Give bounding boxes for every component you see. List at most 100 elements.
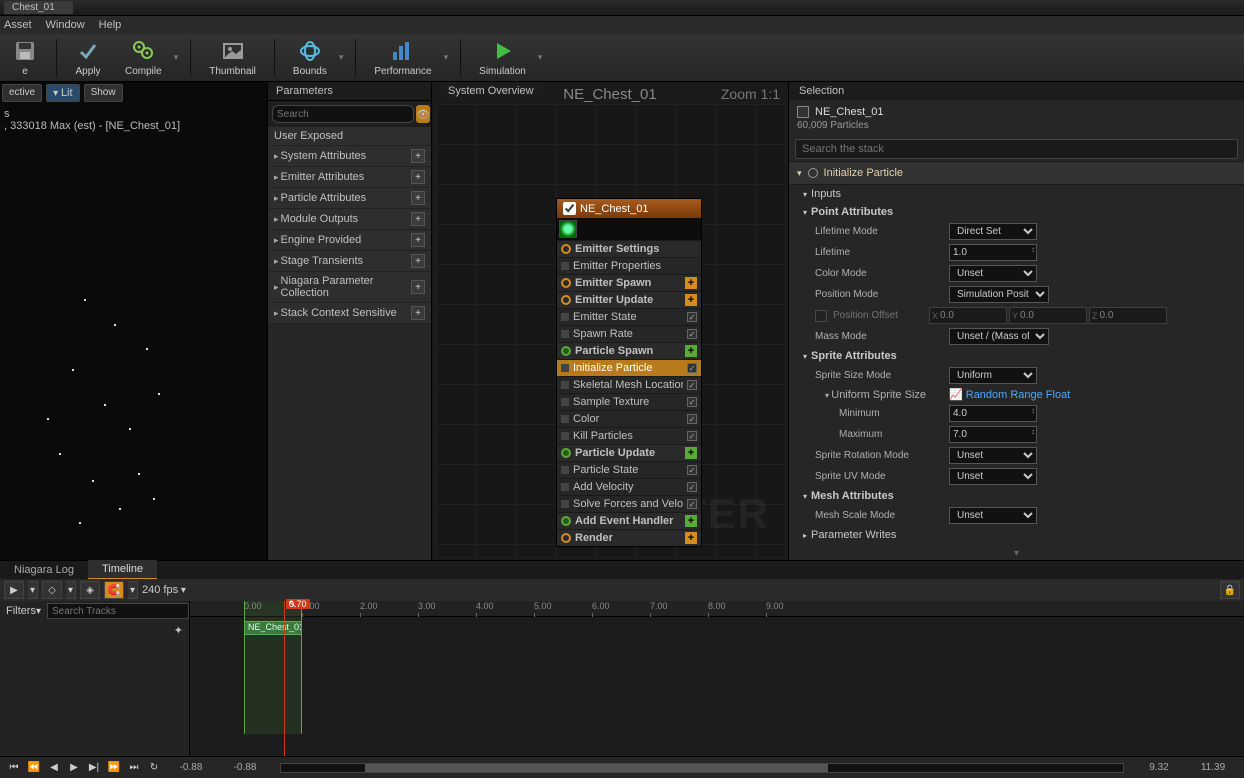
emitter-card[interactable]: NE_Chest_01 Emitter SettingsEmitter Prop…	[556, 198, 702, 547]
timeline-tab[interactable]: Timeline	[88, 560, 157, 579]
overview-tab[interactable]: System Overview	[438, 82, 544, 100]
emitter-module-row[interactable]: Initialize Particle✓	[557, 359, 701, 376]
emitter-module-row[interactable]: Skeletal Mesh Location✓	[557, 376, 701, 393]
menu-window[interactable]: Window	[46, 19, 85, 31]
add-icon[interactable]: +	[411, 212, 425, 226]
pos-y-input[interactable]	[1020, 310, 1084, 321]
simulation-caret[interactable]: ▾	[538, 52, 543, 63]
add-module-button[interactable]: +	[685, 515, 697, 527]
position-offset-checkbox[interactable]	[815, 310, 827, 322]
add-icon[interactable]: +	[411, 191, 425, 205]
apply-button[interactable]: Apply	[69, 36, 107, 79]
range-end[interactable]: 11.39	[1188, 762, 1238, 773]
save-button[interactable]: e	[6, 36, 44, 79]
viewport[interactable]: ective ▾ Lit Show s , 333018 Max (est) -…	[0, 82, 268, 560]
parameter-writes-group[interactable]: ▸Parameter Writes	[789, 526, 1244, 544]
emitter-module-row[interactable]: Render+	[557, 529, 701, 546]
random-range-link[interactable]: 📈Random Range Float	[949, 388, 1070, 401]
range-in[interactable]: -0.88	[220, 762, 270, 773]
pos-z-input[interactable]	[1100, 310, 1165, 321]
add-icon[interactable]: +	[411, 233, 425, 247]
key-button[interactable]: ◇	[42, 581, 62, 599]
next-frame-button[interactable]: ▶|	[86, 760, 102, 776]
module-checkbox[interactable]: ✓	[687, 482, 697, 492]
param-category[interactable]: ▸Niagara Parameter Collection+	[268, 272, 431, 303]
lifetime-input[interactable]	[949, 244, 1037, 261]
simulation-button[interactable]: Simulation	[473, 36, 532, 79]
emitter-module-row[interactable]: Particle Spawn+	[557, 342, 701, 359]
param-category[interactable]: ▸Stage Transients+	[268, 251, 431, 272]
parameters-search[interactable]	[272, 105, 414, 123]
pos-x-input[interactable]	[940, 310, 1004, 321]
emitter-enabled-checkbox[interactable]	[563, 202, 576, 215]
emitter-module-row[interactable]: Add Event Handler+	[557, 512, 701, 529]
module-checkbox[interactable]: ✓	[687, 431, 697, 441]
performance-caret[interactable]: ▾	[444, 52, 449, 63]
add-module-button[interactable]: +	[685, 294, 697, 306]
curve-button[interactable]: ◈	[80, 581, 100, 599]
mesh-attributes-group[interactable]: ▾Mesh Attributes	[789, 487, 1244, 505]
param-category[interactable]: User Exposed	[268, 127, 431, 146]
selection-tab[interactable]: Selection	[789, 82, 1244, 100]
timeline-scrollbar[interactable]	[280, 763, 1124, 773]
emitter-module-row[interactable]: Solve Forces and Velocity✓	[557, 495, 701, 512]
add-icon[interactable]: +	[411, 254, 425, 268]
emitter-module-row[interactable]: Emitter Properties	[557, 257, 701, 274]
play-button[interactable]: ▶	[4, 581, 24, 599]
stack-search[interactable]	[795, 139, 1238, 159]
param-category[interactable]: ▸Module Outputs+	[268, 209, 431, 230]
track-row[interactable]: ✦	[0, 621, 189, 640]
lock-button[interactable]: 🔒	[1220, 581, 1240, 599]
add-module-button[interactable]: +	[685, 277, 697, 289]
graph-grid[interactable]: EMITTER NE_Chest_01 Emitter SettingsEmit…	[436, 104, 784, 556]
module-checkbox[interactable]: ✓	[687, 397, 697, 407]
play-transport-button[interactable]: ▶	[66, 760, 82, 776]
module-checkbox[interactable]: ✓	[687, 329, 697, 339]
module-checkbox[interactable]: ✓	[687, 363, 697, 373]
emitter-module-row[interactable]: Particle Update+	[557, 444, 701, 461]
menu-help[interactable]: Help	[99, 19, 122, 31]
module-checkbox[interactable]: ✓	[687, 312, 697, 322]
color-mode-select[interactable]: Unset	[949, 265, 1037, 282]
add-module-button[interactable]: +	[685, 345, 697, 357]
add-icon[interactable]: +	[411, 280, 425, 294]
fps-selector[interactable]: 240 fps ▾	[142, 584, 186, 596]
to-start-button[interactable]: ⏮	[6, 760, 22, 776]
emitter-module-row[interactable]: Emitter State✓	[557, 308, 701, 325]
emitter-module-row[interactable]: Kill Particles✓	[557, 427, 701, 444]
prev-frame-button[interactable]: ◀	[46, 760, 62, 776]
step-fwd-button[interactable]: ⏩	[106, 760, 122, 776]
niagara-log-tab[interactable]: Niagara Log	[0, 561, 88, 579]
param-category[interactable]: ▸Stack Context Sensitive+	[268, 303, 431, 324]
param-category[interactable]: ▸Engine Provided+	[268, 230, 431, 251]
param-category[interactable]: ▸Emitter Attributes+	[268, 167, 431, 188]
range-start[interactable]: -0.88	[166, 762, 216, 773]
perspective-button[interactable]: ective	[2, 84, 42, 102]
emitter-module-row[interactable]: Color✓	[557, 410, 701, 427]
rotation-mode-select[interactable]: Unset	[949, 447, 1037, 464]
parameters-tab[interactable]: Parameters	[268, 82, 431, 101]
show-button[interactable]: Show	[84, 84, 123, 102]
snap-caret[interactable]: ▾	[128, 581, 138, 599]
mesh-scale-select[interactable]: Unset	[949, 507, 1037, 524]
compile-button[interactable]: Compile	[119, 36, 168, 79]
module-checkbox[interactable]: ✓	[687, 380, 697, 390]
maximum-input[interactable]	[949, 426, 1037, 443]
lifetime-mode-select[interactable]: Direct Set	[949, 223, 1037, 240]
snap-button[interactable]: 🧲	[104, 581, 124, 599]
emitter-thumbnail[interactable]	[557, 218, 701, 240]
system-overview[interactable]: System Overview NE_Chest_01 Zoom 1:1 EMI…	[432, 82, 788, 560]
emitter-module-row[interactable]: Sample Texture✓	[557, 393, 701, 410]
filters-button[interactable]: Filters▾	[2, 603, 45, 619]
emitter-track-bar[interactable]: NE_Chest_01	[244, 621, 302, 635]
minimum-input[interactable]	[949, 405, 1037, 422]
play-caret[interactable]: ▾	[28, 581, 38, 599]
compile-caret[interactable]: ▾	[174, 52, 179, 63]
thumbnail-button[interactable]: Thumbnail	[203, 36, 262, 79]
param-category[interactable]: ▸System Attributes+	[268, 146, 431, 167]
module-checkbox[interactable]: ✓	[687, 414, 697, 424]
add-icon[interactable]: +	[411, 149, 425, 163]
position-mode-select[interactable]: Simulation Position	[949, 286, 1049, 303]
mass-mode-select[interactable]: Unset / (Mass of 1)	[949, 328, 1049, 345]
add-module-button[interactable]: +	[685, 447, 697, 459]
